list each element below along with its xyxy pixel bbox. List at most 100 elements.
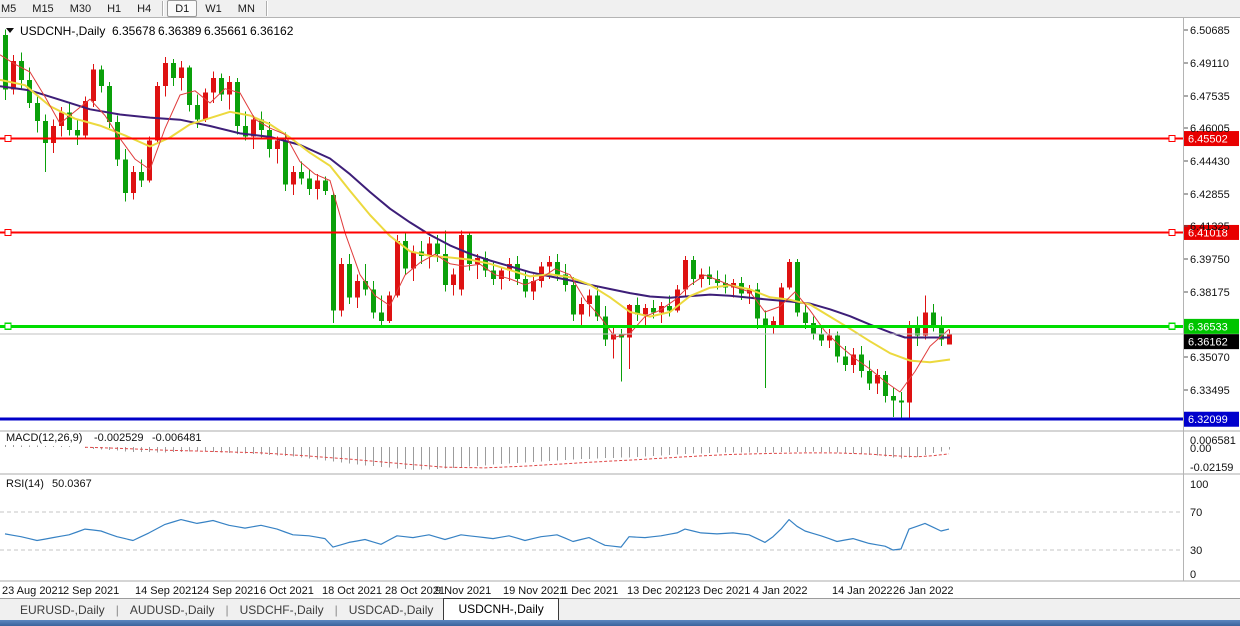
rsi-axis-100: 100 bbox=[1190, 479, 1208, 491]
candle bbox=[235, 78, 240, 135]
candle bbox=[627, 304, 632, 369]
candle bbox=[131, 166, 136, 200]
candle bbox=[467, 233, 472, 271]
candle bbox=[51, 120, 56, 154]
line-handle[interactable] bbox=[5, 229, 11, 235]
line-handle[interactable] bbox=[1169, 323, 1175, 329]
chart-title: USDCNH-,Daily 6.35678 6.36389 6.35661 6.… bbox=[6, 24, 294, 38]
price-tick-label: 6.42855 bbox=[1190, 189, 1230, 201]
price-tick-label: 6.33495 bbox=[1190, 385, 1230, 397]
candle bbox=[107, 82, 112, 128]
timeframe-toolbar: M5M15M30H1H4 D1W1MN bbox=[0, 0, 1240, 18]
symbol-tab-usdcad[interactable]: USDCAD-,Daily bbox=[339, 601, 444, 619]
candle bbox=[203, 88, 208, 122]
price-tag-label: 6.32099 bbox=[1188, 414, 1228, 426]
price-tick-label: 6.46005 bbox=[1190, 123, 1230, 135]
candle bbox=[43, 115, 48, 173]
candle bbox=[427, 237, 432, 268]
candle bbox=[899, 392, 904, 419]
price-tick-label: 6.50685 bbox=[1190, 25, 1230, 37]
timeframe-button-h1[interactable]: H1 bbox=[99, 0, 129, 17]
candle bbox=[227, 76, 232, 110]
date-tick-label: 13 Dec 2021 bbox=[627, 585, 689, 597]
date-tick-label: 26 Jan 2022 bbox=[893, 585, 954, 597]
candle bbox=[635, 298, 640, 321]
candle bbox=[883, 371, 888, 402]
date-tick-label: 23 Dec 2021 bbox=[688, 585, 750, 597]
candle bbox=[179, 61, 184, 90]
candle bbox=[387, 291, 392, 322]
date-tick-label: 6 Oct 2021 bbox=[260, 585, 314, 597]
macd-pane: MACD(12,26,9) -0.002529 -0.006481 0.0065… bbox=[6, 432, 1236, 474]
toolbar-separator bbox=[162, 1, 164, 16]
candle bbox=[35, 95, 40, 133]
price-tag-label: 6.36162 bbox=[1188, 337, 1228, 349]
line-handle[interactable] bbox=[5, 323, 11, 329]
macd-label: MACD(12,26,9) bbox=[6, 432, 82, 444]
candle bbox=[691, 256, 696, 285]
price-tick-label: 6.41325 bbox=[1190, 221, 1230, 233]
timeframe-button-h4[interactable]: H4 bbox=[129, 0, 159, 17]
candle bbox=[355, 275, 360, 309]
candle bbox=[459, 231, 464, 296]
timeframe-button-m30[interactable]: M30 bbox=[62, 0, 99, 17]
candle bbox=[371, 281, 376, 319]
date-tick-label: 14 Jan 2022 bbox=[832, 585, 893, 597]
rsi-label: RSI(14) bbox=[6, 478, 44, 490]
time-axis[interactable]: 23 Aug 20212 Sep 202114 Sep 202124 Sep 2… bbox=[2, 585, 954, 597]
candle bbox=[147, 136, 152, 182]
candle bbox=[659, 302, 664, 323]
symbol-dropdown-icon[interactable] bbox=[6, 28, 14, 33]
line-handle[interactable] bbox=[5, 136, 11, 142]
date-tick-label: 23 Aug 2021 bbox=[2, 585, 64, 597]
rsi-value: 50.0367 bbox=[52, 478, 92, 490]
symbol-tab-audusd[interactable]: AUDUSD-,Daily bbox=[120, 601, 225, 619]
rsi-axis-0: 0 bbox=[1190, 569, 1196, 581]
timeframe-button-m5[interactable]: M5 bbox=[0, 0, 24, 17]
candle bbox=[99, 65, 104, 92]
candle bbox=[875, 369, 880, 394]
rsi-axis-70: 70 bbox=[1190, 507, 1202, 519]
candle bbox=[563, 264, 568, 291]
price-tick-label: 6.39750 bbox=[1190, 254, 1230, 266]
candle bbox=[291, 166, 296, 195]
candle bbox=[115, 116, 120, 166]
candle bbox=[795, 259, 800, 317]
candlestick-series bbox=[3, 30, 952, 420]
price-tick-label: 6.35070 bbox=[1190, 352, 1230, 364]
candle bbox=[907, 321, 912, 418]
symbol-tab-usdcnh[interactable]: USDCNH-,Daily bbox=[443, 598, 558, 621]
price-tick-label: 6.47535 bbox=[1190, 91, 1230, 103]
symbol-tab-bar: EURUSD-,Daily|AUDUSD-,Daily|USDCHF-,Dail… bbox=[0, 598, 1240, 621]
rsi-pane: RSI(14) 50.0367 100 70 30 0 bbox=[0, 478, 1208, 581]
macd-main-value: -0.002529 bbox=[94, 432, 144, 444]
date-tick-label: 1 Dec 2021 bbox=[562, 585, 618, 597]
timeframe-button-mn[interactable]: MN bbox=[230, 0, 263, 17]
candle bbox=[827, 329, 832, 348]
rsi-line bbox=[5, 520, 949, 550]
candle bbox=[395, 235, 400, 298]
timeframe-button-w1[interactable]: W1 bbox=[197, 0, 230, 17]
chart-area[interactable]: USDCNH-,Daily 6.35678 6.36389 6.35661 6.… bbox=[0, 17, 1240, 598]
symbol-tab-usdchf[interactable]: USDCHF-,Daily bbox=[230, 601, 334, 619]
timeframe-button-d1[interactable]: D1 bbox=[167, 0, 197, 17]
candle bbox=[499, 266, 504, 289]
ohlc-low: 6.35661 bbox=[204, 24, 248, 38]
candle bbox=[259, 111, 264, 138]
line-handle[interactable] bbox=[1169, 229, 1175, 235]
rsi-axis-30: 30 bbox=[1190, 545, 1202, 557]
candle bbox=[763, 310, 768, 387]
candle bbox=[531, 275, 536, 300]
date-tick-label: 19 Nov 2021 bbox=[503, 585, 565, 597]
date-tick-label: 4 Jan 2022 bbox=[753, 585, 807, 597]
date-tick-label: 24 Sep 2021 bbox=[197, 585, 259, 597]
price-tag-label: 6.36533 bbox=[1188, 321, 1228, 333]
date-tick-label: 14 Sep 2021 bbox=[135, 585, 197, 597]
candle bbox=[171, 59, 176, 86]
candle bbox=[155, 82, 160, 143]
timeframe-button-m15[interactable]: M15 bbox=[24, 0, 61, 17]
candle bbox=[67, 103, 72, 135]
line-handle[interactable] bbox=[1169, 136, 1175, 142]
symbol-tab-eurusd[interactable]: EURUSD-,Daily bbox=[10, 601, 115, 619]
candle bbox=[891, 388, 896, 417]
